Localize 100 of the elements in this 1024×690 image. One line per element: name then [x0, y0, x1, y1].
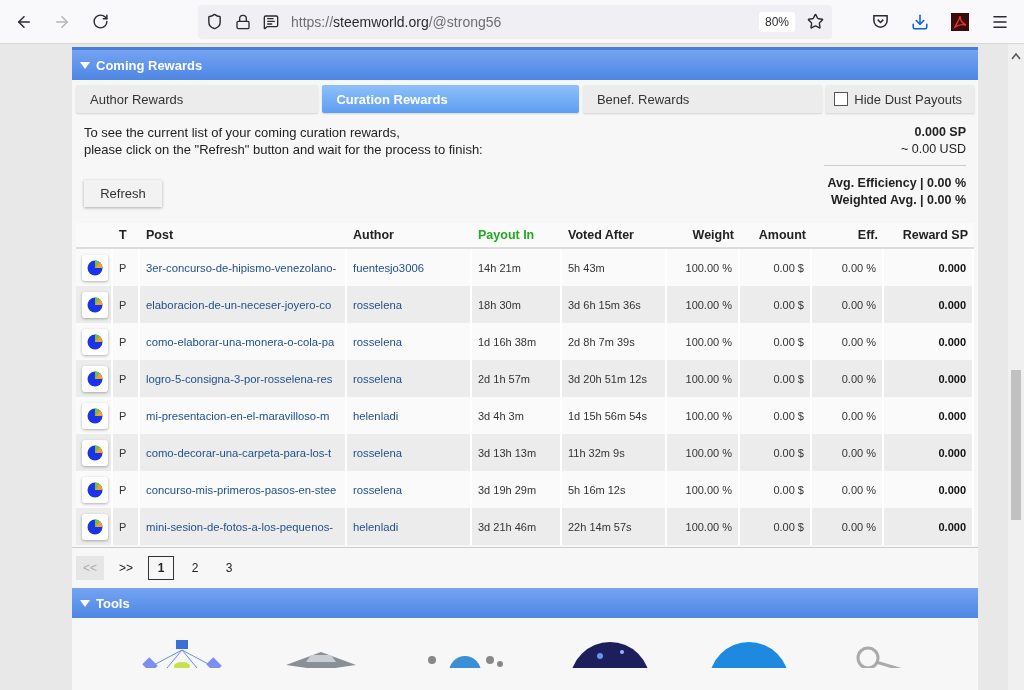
table-cell: 3d 19h 29m [478, 483, 537, 496]
author-link[interactable]: rosselena [353, 335, 402, 348]
table-cell: 0.00 % [841, 446, 876, 459]
table-cell: 3d 4h 3m [478, 409, 524, 422]
author-link[interactable]: rosselena [353, 446, 402, 459]
post-link[interactable]: mi-presentacion-en-el-maravilloso-m [146, 409, 330, 422]
table-cell: 0.00 % [841, 335, 876, 348]
checkbox-icon[interactable] [834, 92, 849, 106]
table-cell: 100.00 % [685, 298, 732, 311]
pie-chart-icon [87, 407, 103, 424]
table-cell: 22h 14m 57s [568, 520, 632, 533]
tab[interactable]: Author Rewards [76, 85, 319, 113]
author-link[interactable]: rosselena [353, 298, 402, 311]
message-icon[interactable] [263, 13, 279, 30]
zoom-level[interactable]: 80% [758, 11, 795, 32]
post-link[interactable]: 3er-concurso-de-hipismo-venezolano- [146, 261, 337, 274]
table-cell: 0.000 [938, 409, 966, 422]
table-cell: 100.00 % [685, 372, 732, 385]
bookmark-star-icon[interactable] [807, 13, 824, 30]
post-link[interactable]: elaboracion-de-un-neceser-joyero-co [146, 298, 332, 311]
total-sp: 0.000 SP [913, 124, 966, 141]
table-cell: 0.000 [938, 446, 966, 459]
table-cell: P [119, 520, 127, 533]
post-link[interactable]: como-elaborar-una-monera-o-cola-pa [146, 335, 335, 348]
page-button[interactable]: 3 [216, 556, 243, 580]
section-title: Coming Rewards [96, 57, 203, 73]
hide-dust-checkbox[interactable]: Hide Dust Payouts [826, 85, 974, 113]
table-cell: P [119, 261, 127, 274]
pie-chart-icon [87, 333, 103, 350]
post-link[interactable]: logro-5-consigna-3-por-rosselena-res [146, 372, 333, 385]
table-cell: 0.00 $ [773, 409, 804, 422]
table-cell: 100.00 % [685, 335, 732, 348]
chart-button[interactable] [82, 328, 108, 355]
table-cell: 3d 6h 15m 36s [568, 298, 641, 311]
author-link[interactable]: rosselena [353, 372, 402, 385]
post-link[interactable]: concurso-mis-primeros-pasos-en-stee [146, 483, 337, 496]
page-button[interactable]: 1 [148, 556, 175, 580]
table-cell: 0.000 [938, 483, 966, 496]
table-cell: P [119, 335, 127, 348]
chart-button[interactable] [82, 402, 108, 429]
table-cell: 100.00 % [685, 446, 732, 459]
total-usd: ~ 0.00 USD [900, 141, 966, 158]
table-cell: 3d 21h 46m [478, 520, 537, 533]
chart-button[interactable] [82, 291, 108, 318]
pie-chart-icon [87, 518, 103, 535]
table-cell: P [119, 446, 127, 459]
chart-button[interactable] [82, 513, 108, 540]
author-link[interactable]: helenladi [353, 409, 399, 422]
collapse-triangle-icon[interactable] [80, 598, 90, 608]
table-cell: 3d 13h 13m [478, 446, 537, 459]
chart-button[interactable] [82, 365, 108, 392]
pie-chart-icon [87, 370, 103, 387]
author-link[interactable]: rosselena [353, 483, 402, 496]
table-cell: 18h 30m [478, 298, 521, 311]
collapse-triangle-icon[interactable] [80, 60, 90, 70]
table-cell: 0.000 [938, 298, 966, 311]
table-cell: 0.00 % [841, 409, 876, 422]
pie-chart-icon [87, 259, 103, 276]
table-cell: 0.000 [938, 261, 966, 274]
chart-button[interactable] [82, 254, 108, 281]
pie-chart-icon [87, 296, 103, 313]
scroll-up-icon[interactable] [1011, 52, 1021, 60]
table-cell: 2d 8h 7m 39s [568, 335, 635, 348]
table-cell: 0.00 % [841, 372, 876, 385]
scrollbar-thumb[interactable] [1011, 370, 1021, 520]
table-cell: 0.00 % [841, 261, 876, 274]
table-cell: 0.00 $ [773, 446, 804, 459]
author-link[interactable]: helenladi [353, 520, 399, 533]
instruction-text: To see the current list of your coming curation rewards, please click on the "Refresh" button and wait for the process to finish: [84, 124, 484, 158]
network-icon[interactable] [141, 640, 222, 668]
table-cell: P [119, 298, 127, 311]
tab[interactable]: Benef. Rewards [582, 85, 823, 113]
chart-button[interactable] [82, 476, 108, 503]
table-cell: 5h 43m [568, 261, 605, 274]
page-button[interactable]: 2 [182, 556, 209, 580]
scrollbar[interactable] [1008, 44, 1024, 690]
table-cell: 100.00 % [685, 409, 732, 422]
refresh-button[interactable]: Refresh [84, 180, 162, 207]
chart-button[interactable] [82, 439, 108, 466]
table-cell: 1d 15h 56m 54s [568, 409, 647, 422]
author-link[interactable]: fuentesjo3006 [353, 261, 424, 274]
post-link[interactable]: mini-sesion-de-fotos-a-los-pequenos- [146, 520, 334, 533]
lock-icon[interactable] [235, 13, 251, 30]
table-cell: 2d 1h 57m [478, 372, 530, 385]
table-cell: 0.00 $ [773, 261, 804, 274]
table-cell: 0.000 [938, 520, 966, 533]
pie-chart-icon [87, 444, 103, 461]
table-cell: 3d 20h 51m 12s [568, 372, 647, 385]
shield-icon[interactable] [206, 13, 223, 30]
section-title: Tools [96, 595, 130, 611]
table-cell: P [119, 372, 127, 385]
address-bar[interactable]: https://steemworld.org/@strong56 80% [198, 4, 832, 39]
table-cell: 0.00 % [841, 520, 876, 533]
post-link[interactable]: como-decorar-una-carpeta-para-los-t [146, 446, 332, 459]
table-cell: 1d 16h 38m [478, 335, 537, 348]
table-cell: 0.00 $ [773, 520, 804, 533]
table-cell: 100.00 % [685, 483, 732, 496]
reload-icon[interactable] [91, 13, 109, 30]
table-cell: 0.00 $ [773, 483, 804, 496]
next-page-button[interactable]: >> [112, 556, 141, 580]
